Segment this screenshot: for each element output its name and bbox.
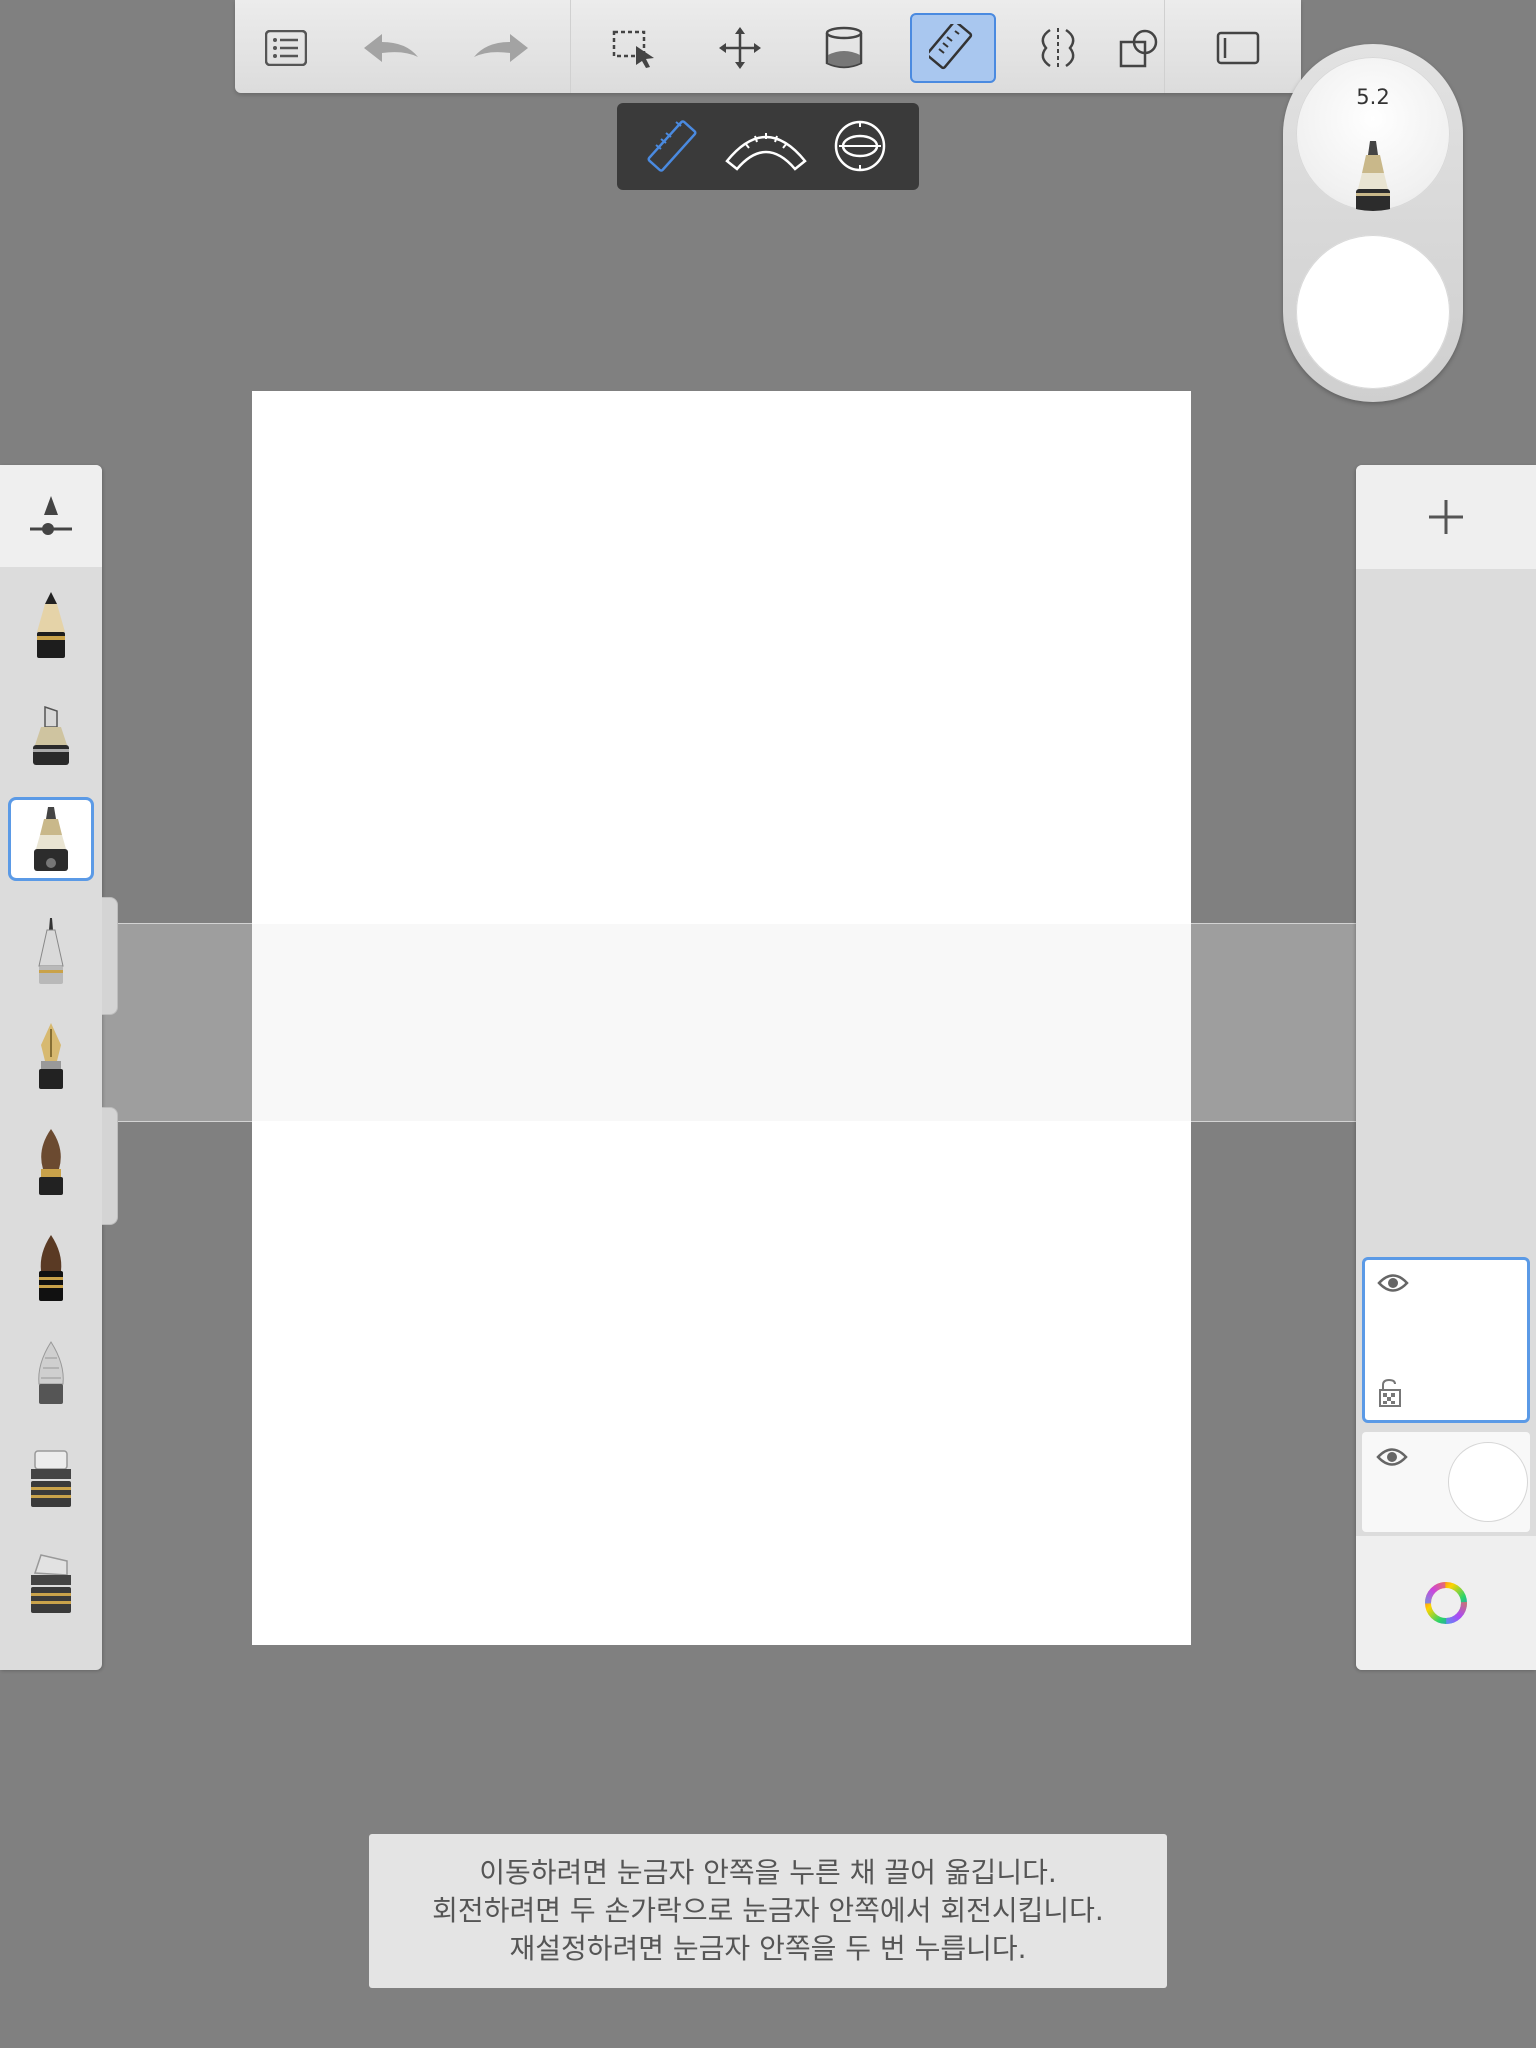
transform-button[interactable] <box>697 13 783 83</box>
fill-button[interactable] <box>801 13 887 83</box>
hint-line-reset: 재설정하려면 눈금자 안쪽을 두 번 누릅니다. <box>509 1932 1027 1965</box>
ellipse-guide-button[interactable] <box>829 115 891 177</box>
plus-icon <box>1429 500 1463 534</box>
brush-settings-icon <box>30 496 72 535</box>
selection-icon <box>612 30 654 68</box>
ruler-type-menu <box>617 103 919 190</box>
ruler-guide-canvas-area <box>252 924 1191 1121</box>
pencil-brush-icon <box>37 592 65 658</box>
brush-palette <box>0 465 102 1670</box>
ruler-button[interactable] <box>910 13 996 83</box>
background-color-swatch[interactable] <box>1448 1442 1528 1522</box>
brush-fountain-pen[interactable] <box>8 1014 94 1098</box>
selection-button[interactable] <box>592 13 678 83</box>
redo-button[interactable] <box>458 13 544 83</box>
ruler-guide[interactable] <box>0 923 1536 1122</box>
airbrush-brush-icon <box>38 918 64 984</box>
straight-ruler-button[interactable] <box>641 115 703 177</box>
undo-icon <box>364 34 418 62</box>
paint-brush-icon <box>39 1129 63 1195</box>
color-puck[interactable] <box>1296 235 1450 389</box>
color-editor-button[interactable] <box>1356 1536 1536 1670</box>
brush-ink[interactable] <box>8 1226 94 1310</box>
symmetry-button[interactable] <box>1015 13 1101 83</box>
fullscreen-button[interactable] <box>1195 13 1281 83</box>
hint-line-move: 이동하려면 눈금자 안쪽을 누른 채 끌어 옮깁니다. <box>479 1856 1057 1889</box>
move-icon <box>719 27 761 69</box>
ruler-icon <box>929 24 973 70</box>
frame-icon <box>1216 31 1260 65</box>
eye-icon[interactable] <box>1377 1272 1409 1294</box>
toolbar-divider <box>570 0 571 93</box>
brush-puck[interactable]: 5.2 <box>1283 44 1463 402</box>
layers-list-button[interactable] <box>243 13 329 83</box>
layer-thumbnail-background[interactable] <box>1362 1432 1530 1532</box>
shape-icon <box>1119 29 1158 68</box>
top-toolbar <box>235 0 1301 93</box>
brush-eraser-soft[interactable] <box>8 1542 94 1626</box>
marker-brush-icon <box>33 705 69 765</box>
hint-line-rotate: 회전하려면 두 손가락으로 눈금자 안쪽에서 회전시킵니다. <box>432 1894 1104 1927</box>
undo-button[interactable] <box>348 13 434 83</box>
brush-properties-button[interactable] <box>0 465 102 567</box>
brush-airbrush[interactable] <box>8 909 94 993</box>
symmetry-icon <box>1041 28 1075 68</box>
brush-size-puck[interactable]: 5.2 <box>1296 57 1450 211</box>
brush-palette-handle[interactable] <box>102 1107 118 1225</box>
add-layer-button[interactable] <box>1356 465 1536 569</box>
brush-palette-handle[interactable] <box>102 897 118 1015</box>
ruler-hint-box: 이동하려면 눈금자 안쪽을 누른 채 끌어 옮깁니다. 회전하려면 두 손가락으… <box>369 1834 1167 1988</box>
paint-bucket-icon <box>825 26 863 69</box>
french-curve-icon <box>725 133 807 171</box>
color-wheel-icon <box>1425 1582 1467 1624</box>
eraser-soft-icon <box>31 1554 71 1613</box>
straight-ruler-icon <box>647 120 697 172</box>
brush-ballpoint[interactable] <box>8 797 94 881</box>
ballpoint-brush-icon <box>34 807 68 871</box>
brush-eraser-hard[interactable] <box>8 1436 94 1520</box>
ellipse-guide-icon <box>834 120 886 172</box>
brush-paint[interactable] <box>8 1120 94 1204</box>
eraser-hard-icon <box>31 1450 71 1507</box>
redo-icon <box>474 34 528 62</box>
brush-pencil[interactable] <box>8 583 94 667</box>
brush-marker[interactable] <box>8 694 94 778</box>
eye-icon[interactable] <box>1376 1446 1408 1468</box>
fountain-pen-brush-icon <box>39 1023 63 1089</box>
brush-smudge[interactable] <box>8 1331 94 1415</box>
shapes-button[interactable] <box>1119 13 1171 83</box>
french-curve-button[interactable] <box>723 115 809 177</box>
list-icon <box>265 30 307 66</box>
layers-panel <box>1356 465 1536 1670</box>
ink-brush-icon <box>39 1235 63 1301</box>
layer-thumbnail-active[interactable] <box>1362 1257 1530 1423</box>
brush-size-value: 5.2 <box>1356 85 1390 109</box>
unlocked-transparency-icon[interactable] <box>1377 1378 1403 1408</box>
smudge-brush-icon <box>38 1341 64 1404</box>
ballpoint-brush-icon <box>1356 141 1390 211</box>
